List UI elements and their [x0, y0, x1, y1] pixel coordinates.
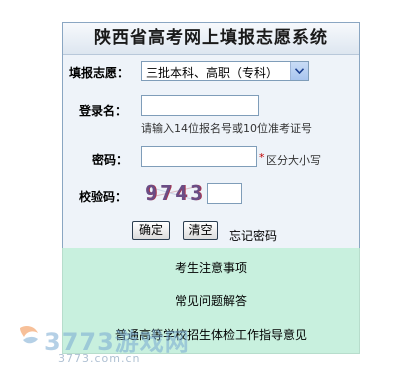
password-hint: 区分大小写 [266, 154, 321, 167]
captcha-input[interactable] [207, 183, 242, 204]
watermark-logo-icon [17, 323, 41, 350]
page-title: 陕西省高考网上填报志愿系统 [63, 23, 359, 55]
batch-select[interactable]: 三批本科、高职（专科） [141, 61, 309, 81]
login-label: 登录名： [79, 104, 128, 118]
login-panel: 陕西省高考网上填报志愿系统 填报志愿： 三批本科、高职（专科） 登录名： 请输入… [62, 22, 360, 250]
chevron-down-icon[interactable] [290, 62, 308, 80]
password-input[interactable] [141, 146, 257, 167]
password-label: 密码： [92, 153, 129, 167]
forgot-password-link[interactable]: 忘记密码 [229, 227, 277, 244]
login-hint: 请输入14位报名号或10位准考证号 [141, 122, 312, 135]
captcha-label: 校验码： [79, 190, 128, 204]
clear-button[interactable]: 清空 [183, 221, 218, 240]
batch-select-value: 三批本科、高职（专科） [146, 66, 279, 80]
confirm-button[interactable]: 确定 [132, 221, 170, 240]
captcha-image: 9743 [145, 181, 202, 205]
notice-link-2[interactable]: 常见问题解答 [63, 292, 359, 309]
login-input[interactable] [141, 95, 259, 116]
password-required-mark: * [259, 151, 265, 164]
notice-link-1[interactable]: 考生注意事项 [63, 259, 359, 276]
batch-label: 填报志愿： [69, 66, 130, 80]
watermark-url: 3773.com.cn [58, 352, 141, 365]
captcha-text: 9743 [145, 181, 206, 205]
